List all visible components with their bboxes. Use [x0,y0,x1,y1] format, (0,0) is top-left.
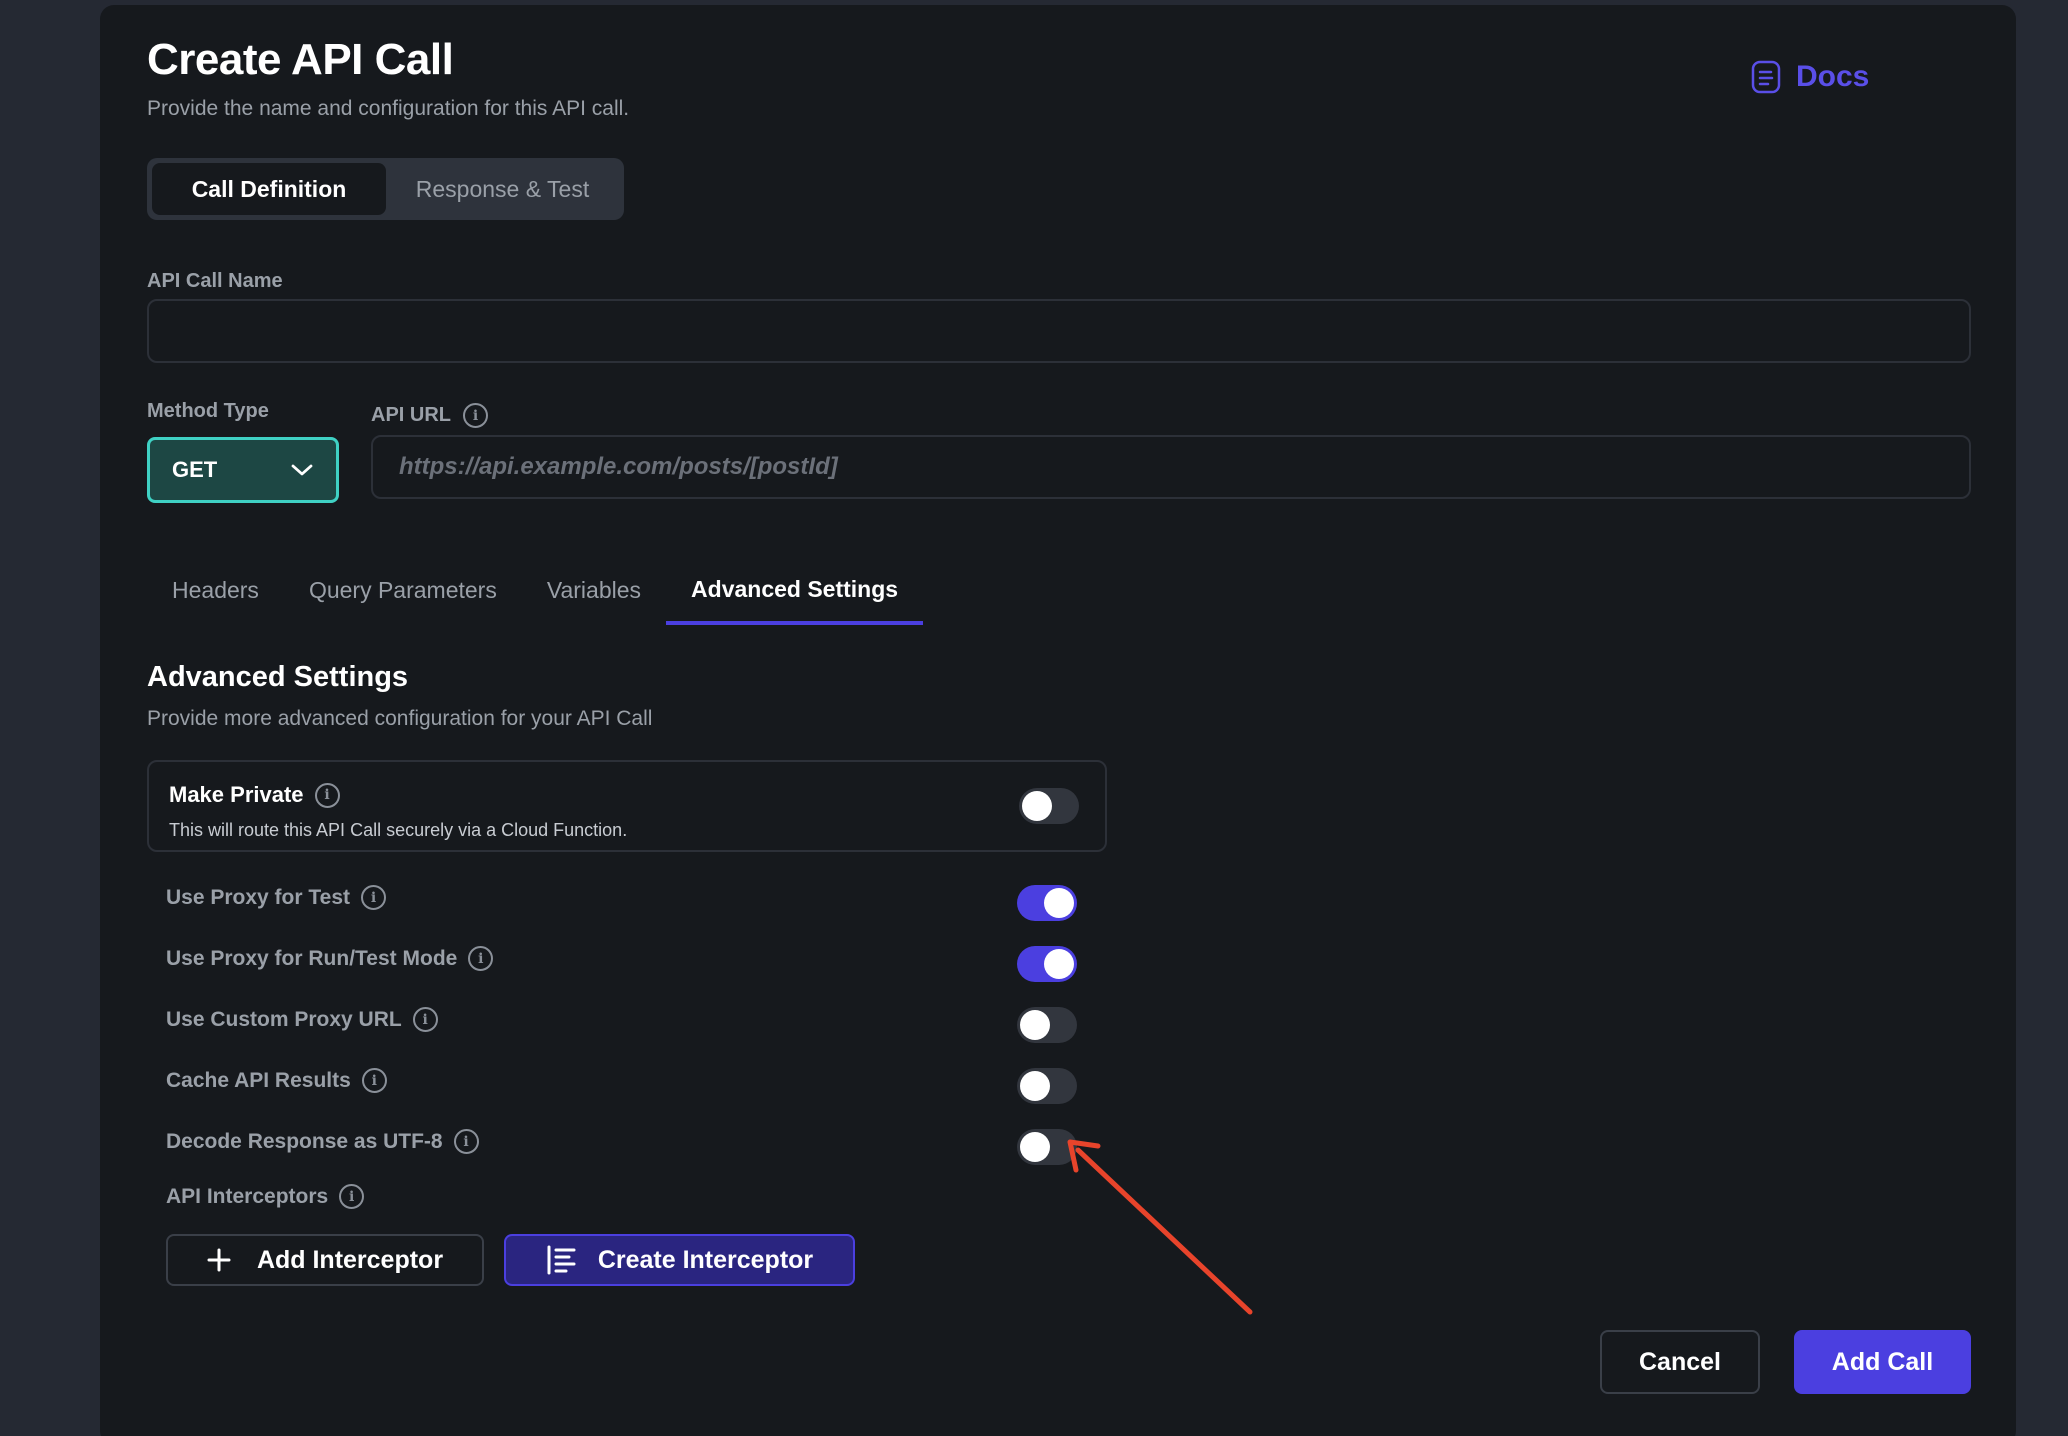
toggle-knob [1020,1071,1050,1101]
toggle-knob [1044,949,1074,979]
page-title: Create API Call [147,35,454,84]
api-call-name-input[interactable] [147,299,1971,363]
api-url-input[interactable]: https://api.example.com/posts/[postId] [371,435,1971,499]
document-icon [1751,60,1781,94]
info-icon[interactable]: i [361,885,387,910]
info-icon[interactable]: i [339,1184,365,1209]
info-icon[interactable]: i [453,1129,479,1154]
info-icon[interactable]: i [412,1007,438,1032]
api-interceptors-row: API Interceptors i [166,1184,365,1209]
use-proxy-test-toggle[interactable] [1017,885,1077,921]
method-type-select[interactable]: GET [147,437,339,503]
decode-utf8-toggle[interactable] [1017,1129,1077,1165]
method-type-label: Method Type [147,400,269,422]
cache-api-results-toggle[interactable] [1017,1068,1077,1104]
tab-response-test[interactable]: Response & Test [386,163,619,215]
config-tabs: Headers Query Parameters Variables Advan… [147,557,924,627]
toggle-knob [1022,791,1052,821]
toggle-knob [1044,888,1074,918]
setting-row-use-proxy-test: Use Proxy for Test i [166,885,387,910]
tab-headers[interactable]: Headers [147,557,284,623]
info-icon[interactable]: i [463,403,488,428]
cancel-button[interactable]: Cancel [1600,1330,1760,1394]
tab-call-definition[interactable]: Call Definition [152,163,386,215]
add-call-button[interactable]: Add Call [1794,1330,1971,1394]
plus-icon [207,1248,231,1272]
docs-link[interactable]: Docs [1750,60,1869,94]
setting-label: Use Proxy for Run/Test Mode [166,946,458,970]
api-url-label: API URL [371,404,451,426]
setting-label: Use Custom Proxy URL [166,1007,402,1031]
setting-row-use-proxy-run: Use Proxy for Run/Test Mode i [166,946,494,971]
docs-label: Docs [1796,60,1870,93]
tab-advanced-settings[interactable]: Advanced Settings [666,557,924,625]
create-api-call-dialog: Create API Call Provide the name and con… [100,5,2016,1436]
info-icon[interactable]: i [468,946,494,971]
api-call-name-label: API Call Name [147,270,283,292]
add-interceptor-label: Add Interceptor [256,1245,444,1274]
setting-label: Cache API Results [166,1068,351,1092]
make-private-card: Make Private i This will route this API … [147,760,1107,852]
setting-row-cache-results: Cache API Results i [166,1068,387,1093]
make-private-title-row: Make Private i [169,782,340,808]
use-proxy-run-toggle[interactable] [1017,946,1077,982]
api-url-label-row: API URL i [371,403,488,428]
mode-segmented-control: Call Definition Response & Test [147,158,624,220]
info-icon[interactable]: i [314,782,340,808]
make-private-description: This will route this API Call securely v… [169,820,628,840]
page-subtitle: Provide the name and configuration for t… [147,97,630,120]
section-title: Advanced Settings [147,661,409,693]
create-interceptor-button[interactable]: Create Interceptor [504,1234,855,1286]
tab-query-parameters[interactable]: Query Parameters [284,557,522,623]
info-icon[interactable]: i [361,1068,387,1093]
method-value: GET [172,457,218,482]
create-interceptor-label: Create Interceptor [597,1245,814,1274]
section-subtitle: Provide more advanced configuration for … [147,707,653,730]
setting-label: Use Proxy for Test [166,885,351,909]
setting-row-custom-proxy: Use Custom Proxy URL i [166,1007,438,1032]
api-interceptors-label: API Interceptors [166,1184,329,1208]
tab-variables[interactable]: Variables [522,557,666,623]
setting-label: Decode Response as UTF-8 [166,1129,443,1153]
make-private-toggle[interactable] [1019,788,1079,824]
chevron-down-icon [291,464,313,476]
text-align-icon [547,1245,576,1275]
toggle-knob [1020,1132,1050,1162]
make-private-title: Make Private [169,782,304,807]
setting-row-decode-utf8: Decode Response as UTF-8 i [166,1129,479,1154]
api-url-placeholder: https://api.example.com/posts/[postId] [399,453,838,480]
use-custom-proxy-toggle[interactable] [1017,1007,1077,1043]
add-interceptor-button[interactable]: Add Interceptor [166,1234,484,1286]
toggle-knob [1020,1010,1050,1040]
